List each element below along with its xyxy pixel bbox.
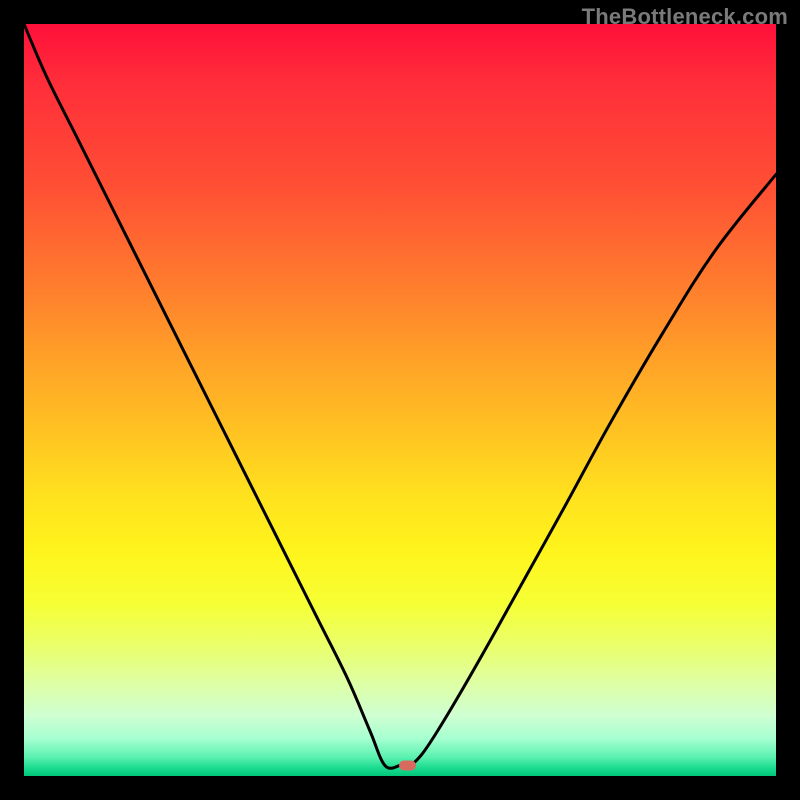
curve-left <box>24 24 400 768</box>
chart-container: TheBottleneck.com <box>0 0 800 800</box>
minimum-marker <box>400 761 416 770</box>
watermark-text: TheBottleneck.com <box>582 4 788 30</box>
curve-right <box>411 174 776 765</box>
curve-svg <box>24 24 776 776</box>
plot-area <box>24 24 776 776</box>
